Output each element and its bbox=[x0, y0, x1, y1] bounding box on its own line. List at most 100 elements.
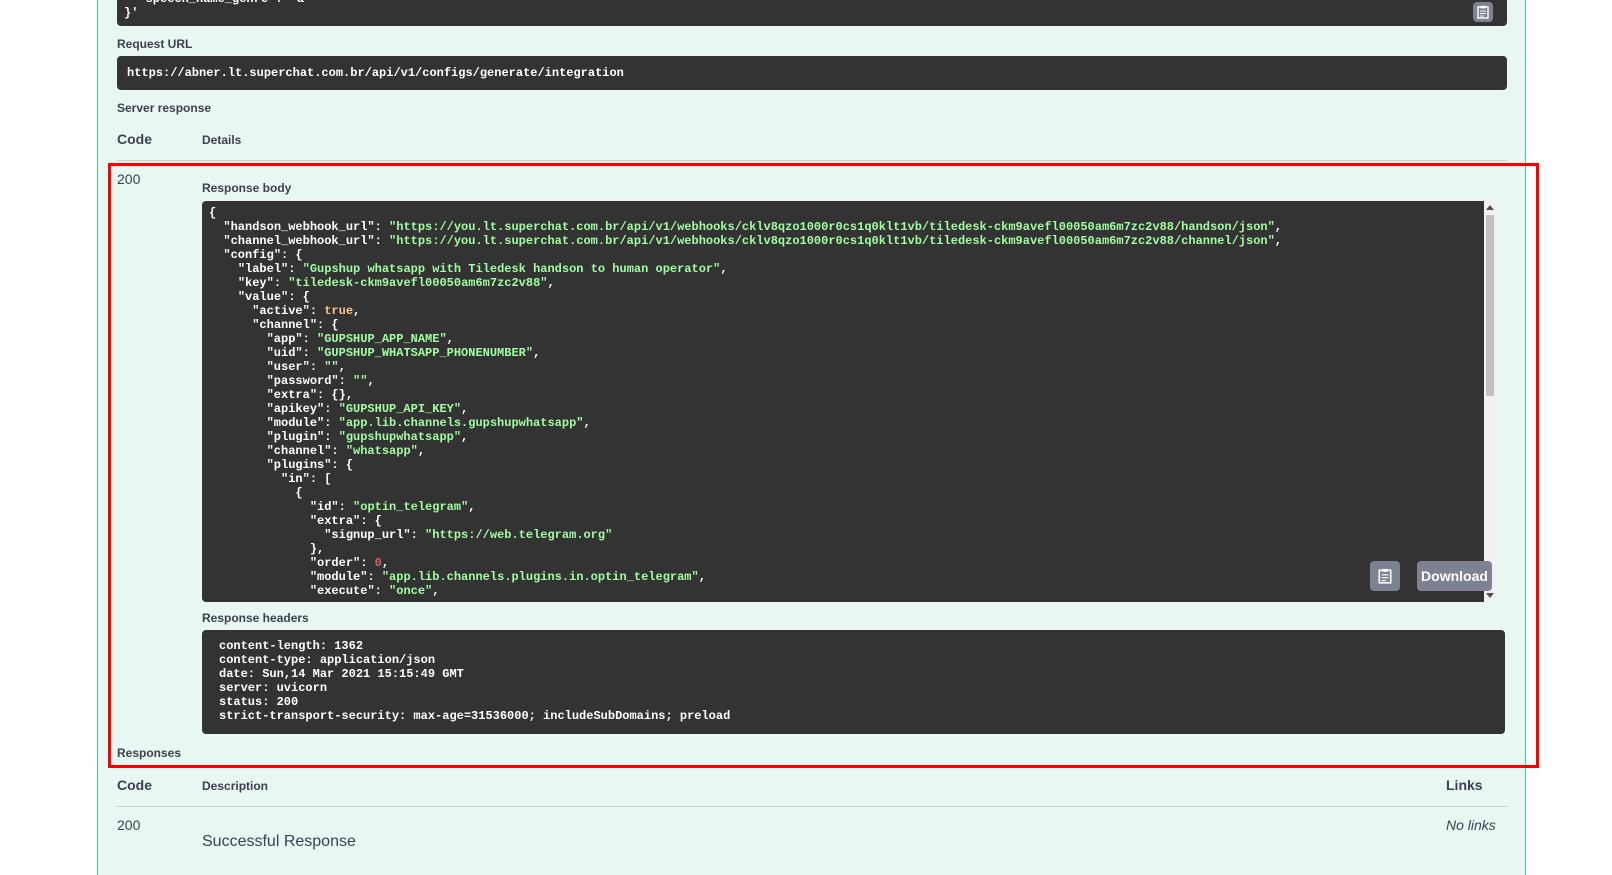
scroll-up-icon[interactable] bbox=[1486, 205, 1494, 210]
json-token: "channel" bbox=[266, 444, 332, 458]
response-links: No links bbox=[1446, 817, 1496, 833]
response-body-json: { "handson_webhook_url": "https://you.lt… bbox=[202, 201, 1490, 602]
json-token: "module" bbox=[309, 570, 368, 584]
json-token: 0 bbox=[374, 556, 382, 570]
json-token: : bbox=[309, 304, 325, 318]
json-token: "once" bbox=[389, 584, 433, 598]
json-token: "handson_webhook_url" bbox=[223, 220, 375, 234]
json-token: , bbox=[338, 360, 346, 374]
server-response-details-header: Details bbox=[202, 133, 242, 147]
json-token: "GUPSHUP_WHATSAPP_PHONENUMBER" bbox=[317, 346, 534, 360]
copy-curl-button[interactable] bbox=[1473, 2, 1493, 22]
request-url-label: Request URL bbox=[117, 37, 193, 51]
curl-command-text: "speech_name_genre": "a" }' bbox=[124, 0, 311, 20]
json-token: "value" bbox=[237, 290, 289, 304]
download-button[interactable]: Download bbox=[1417, 561, 1492, 591]
response-headers-block[interactable]: content-length: 1362 content-type: appli… bbox=[202, 630, 1505, 734]
scrollbar-thumb[interactable] bbox=[1486, 215, 1494, 396]
response-body-scrollbar[interactable] bbox=[1484, 201, 1496, 602]
json-token: , bbox=[720, 262, 728, 276]
json-token: : bbox=[374, 234, 390, 248]
json-token: "gupshupwhatsapp" bbox=[338, 430, 462, 444]
response-description: Successful Response bbox=[202, 833, 356, 850]
clipboard-icon bbox=[1477, 5, 1489, 19]
table-divider bbox=[117, 160, 1507, 161]
json-token: "https://you.lt.superchat.com.br/api/v1/… bbox=[389, 220, 1275, 234]
json-token: : { bbox=[288, 290, 310, 304]
json-token: : bbox=[324, 402, 339, 416]
json-token: "in" bbox=[281, 472, 310, 486]
json-token: "whatsapp" bbox=[345, 444, 418, 458]
responses-links-header: Links bbox=[1446, 777, 1483, 793]
copy-response-button[interactable] bbox=[1370, 561, 1400, 591]
server-response-code-header: Code bbox=[117, 131, 152, 147]
json-token: : bbox=[324, 416, 339, 430]
json-token: : bbox=[374, 584, 390, 598]
json-token: , bbox=[446, 332, 454, 346]
response-body-block[interactable]: { "handson_webhook_url": "https://you.lt… bbox=[202, 201, 1490, 602]
json-token: : bbox=[273, 276, 289, 290]
json-token: "user" bbox=[266, 360, 310, 374]
json-token: "apikey" bbox=[266, 402, 325, 416]
response-status-code: 200 bbox=[117, 171, 141, 187]
json-token: "GUPSHUP_APP_NAME" bbox=[317, 332, 447, 346]
json-token: "order" bbox=[309, 556, 361, 570]
json-token: : bbox=[338, 374, 354, 388]
json-token: "module" bbox=[266, 416, 325, 430]
json-token: "channel" bbox=[252, 318, 318, 332]
json-token: , bbox=[432, 584, 440, 598]
json-token: "tiledesk-ckm9avefl00050am6m7zc2v88" bbox=[288, 276, 548, 290]
json-token: }, bbox=[209, 542, 325, 556]
json-token: , bbox=[461, 402, 469, 416]
json-token: : [ bbox=[309, 472, 332, 486]
json-token: { bbox=[209, 206, 217, 220]
json-token: , bbox=[533, 346, 541, 360]
json-token: , bbox=[698, 570, 706, 584]
request-url-value[interactable]: https://abner.lt.superchat.com.br/api/v1… bbox=[117, 56, 1507, 90]
json-token: "app" bbox=[266, 332, 303, 346]
json-token: "app.lib.channels.plugins.in.optin_teleg… bbox=[381, 570, 699, 584]
json-token: "app.lib.channels.gupshupwhatsapp" bbox=[338, 416, 584, 430]
json-token: "plugins" bbox=[266, 458, 332, 472]
curl-command-block: "speech_name_genre": "a" }' bbox=[117, 0, 1507, 26]
response-headers-text: content-length: 1362 content-type: appli… bbox=[219, 639, 731, 723]
scroll-down-icon[interactable] bbox=[1486, 593, 1494, 598]
json-token: "Gupshup whatsapp with Tiledesk handson … bbox=[302, 262, 721, 276]
json-token: : bbox=[374, 220, 390, 234]
json-token: "channel_webhook_url" bbox=[223, 234, 375, 248]
table-divider bbox=[117, 806, 1507, 807]
json-token: : {}, bbox=[317, 388, 354, 402]
json-token: "" bbox=[353, 374, 368, 388]
json-token: "label" bbox=[237, 262, 289, 276]
json-token: , bbox=[468, 500, 476, 514]
json-token: "https://web.telegram.org" bbox=[425, 528, 613, 542]
json-token: : bbox=[309, 360, 325, 374]
json-token: : { bbox=[331, 458, 354, 472]
response-code: 200 bbox=[117, 817, 141, 833]
json-token: "extra" bbox=[266, 388, 318, 402]
json-token: , bbox=[367, 374, 375, 388]
json-token: : bbox=[331, 444, 346, 458]
json-token: , bbox=[547, 276, 555, 290]
json-token: : bbox=[338, 500, 354, 514]
json-token: : bbox=[360, 556, 375, 570]
json-token: , bbox=[1274, 234, 1282, 248]
json-token: , bbox=[583, 416, 591, 430]
